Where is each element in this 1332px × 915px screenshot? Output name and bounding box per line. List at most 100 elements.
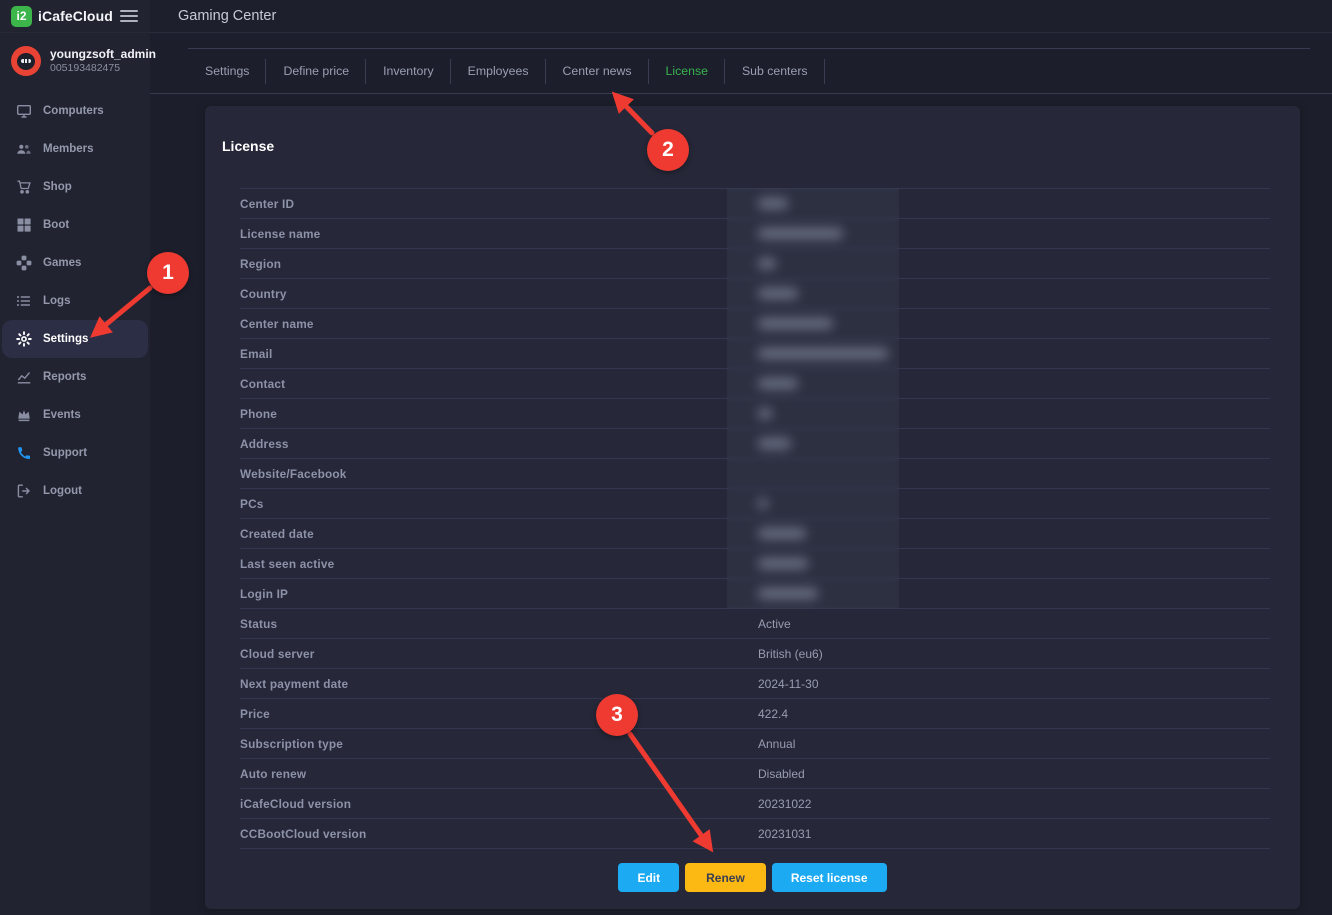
logo-text: iCafeCloud [38,8,113,24]
tab-sub-centers[interactable]: Sub centers [725,49,825,93]
sidebar-item-label: Boot [43,219,70,231]
user-profile: youngzsoft_admin 005193482475 [0,33,156,88]
tab-inventory[interactable]: Inventory [366,49,451,93]
row-label: Contact [240,376,286,391]
row-label: License name [240,226,321,241]
row-value: Disabled [758,766,805,781]
row-label: Created date [240,526,314,541]
sidebar-item-support[interactable]: Support [0,434,150,472]
redacted-value [758,288,798,299]
sidebar-item-boot[interactable]: Boot [0,206,150,244]
sidebar-item-logs[interactable]: Logs [0,282,150,320]
table-row: Center name [240,309,1270,339]
user-id: 005193482475 [50,62,121,74]
row-label: Website/Facebook [240,466,347,481]
tab-define-price[interactable]: Define price [266,49,366,93]
row-label: Email [240,346,273,361]
table-row: CCBootCloud version 20231031 [240,819,1270,849]
row-label: Center name [240,316,314,331]
redacted-value [758,498,768,509]
members-icon [16,141,32,157]
table-row: Phone [240,399,1270,429]
page-title: Gaming Center [178,8,277,24]
shop-icon [16,179,32,195]
row-label: Subscription type [240,736,344,751]
redacted-value [758,558,808,569]
row-value: 422.4 [758,706,789,721]
tab-license[interactable]: License [649,49,726,93]
row-label: Address [240,436,289,451]
logout-icon [16,483,32,499]
sidebar-item-games[interactable]: Games [0,244,150,282]
row-value: 20231031 [758,826,812,841]
row-label: iCafeCloud version [240,796,352,811]
events-icon [16,407,32,423]
row-label: Last seen active [240,556,335,571]
logo-icon: i2 [11,5,32,27]
row-label: Price [240,706,270,721]
table-row: Subscription type Annual [240,729,1270,759]
sidebar-item-computers[interactable]: Computers [0,92,150,130]
renew-button[interactable]: Renew [685,863,766,892]
table-row: PCs [240,489,1270,519]
tab-employees[interactable]: Employees [451,49,546,93]
user-name: youngzsoft_admin [50,47,157,61]
sidebar-item-logout[interactable]: Logout [0,472,150,510]
sidebar-item-events[interactable]: Events [0,396,150,434]
sidebar-item-label: Computers [43,105,104,117]
row-label: Next payment date [240,676,349,691]
row-label: Country [240,286,287,301]
table-row: iCafeCloud version 20231022 [240,789,1270,819]
table-row: Next payment date 2024-11-30 [240,669,1270,699]
tab-settings[interactable]: Settings [188,49,267,93]
sidebar-item-members[interactable]: Members [0,130,150,168]
redacted-value [758,318,833,329]
redacted-value [758,228,843,239]
sidebar-item-label: Support [43,447,88,459]
sidebar-item-label: Events [43,409,81,421]
table-row: Last seen active [240,549,1270,579]
table-row: Region [240,249,1270,279]
redacted-value [758,348,888,359]
actions-row: Edit Renew Reset license [205,863,1300,892]
row-value: 20231022 [758,796,812,811]
table-row: Price 422.4 [240,699,1270,729]
sidebar-item-label: Settings [43,333,89,345]
row-label: Center ID [240,196,295,211]
redacted-value [758,438,791,449]
top-bar: Gaming Center [150,0,1332,33]
row-label: PCs [240,496,264,511]
sidebar-item-reports[interactable]: Reports [0,358,150,396]
row-label: Region [240,256,282,271]
redacted-value [758,258,776,269]
row-label: CCBootCloud version [240,826,367,841]
sidebar-item-shop[interactable]: Shop [0,168,150,206]
redacted-value [758,408,772,419]
table-row: Center ID [240,189,1270,219]
redacted-value [758,378,798,389]
redacted-value [758,528,806,539]
redacted-value [758,198,788,209]
sidebar-item-settings[interactable]: Settings [2,320,148,358]
menu-toggle-icon[interactable] [120,7,138,25]
table-row: Email [240,339,1270,369]
tab-bar: Settings Define price Inventory Employees Ce… [150,48,1332,94]
row-label: Status [240,616,278,631]
row-label: Auto renew [240,766,307,781]
sidebar: i2 iCafeCloud youngzsoft_admin 005193482… [0,0,156,915]
support-icon [16,445,32,461]
edit-button[interactable]: Edit [618,863,680,892]
tab-center-news[interactable]: Center news [546,49,649,93]
sidebar-item-label: Games [43,257,82,269]
table-row: Created date [240,519,1270,549]
games-icon [16,255,32,271]
table-row: Address [240,429,1270,459]
table-row: Country [240,279,1270,309]
table-row: Auto renew Disabled [240,759,1270,789]
row-label: Login IP [240,586,289,601]
reset-license-button[interactable]: Reset license [771,863,887,892]
sidebar-item-label: Logs [43,295,71,307]
sidebar-item-label: Reports [43,371,87,383]
boot-icon [16,217,32,233]
avatar [11,46,41,76]
